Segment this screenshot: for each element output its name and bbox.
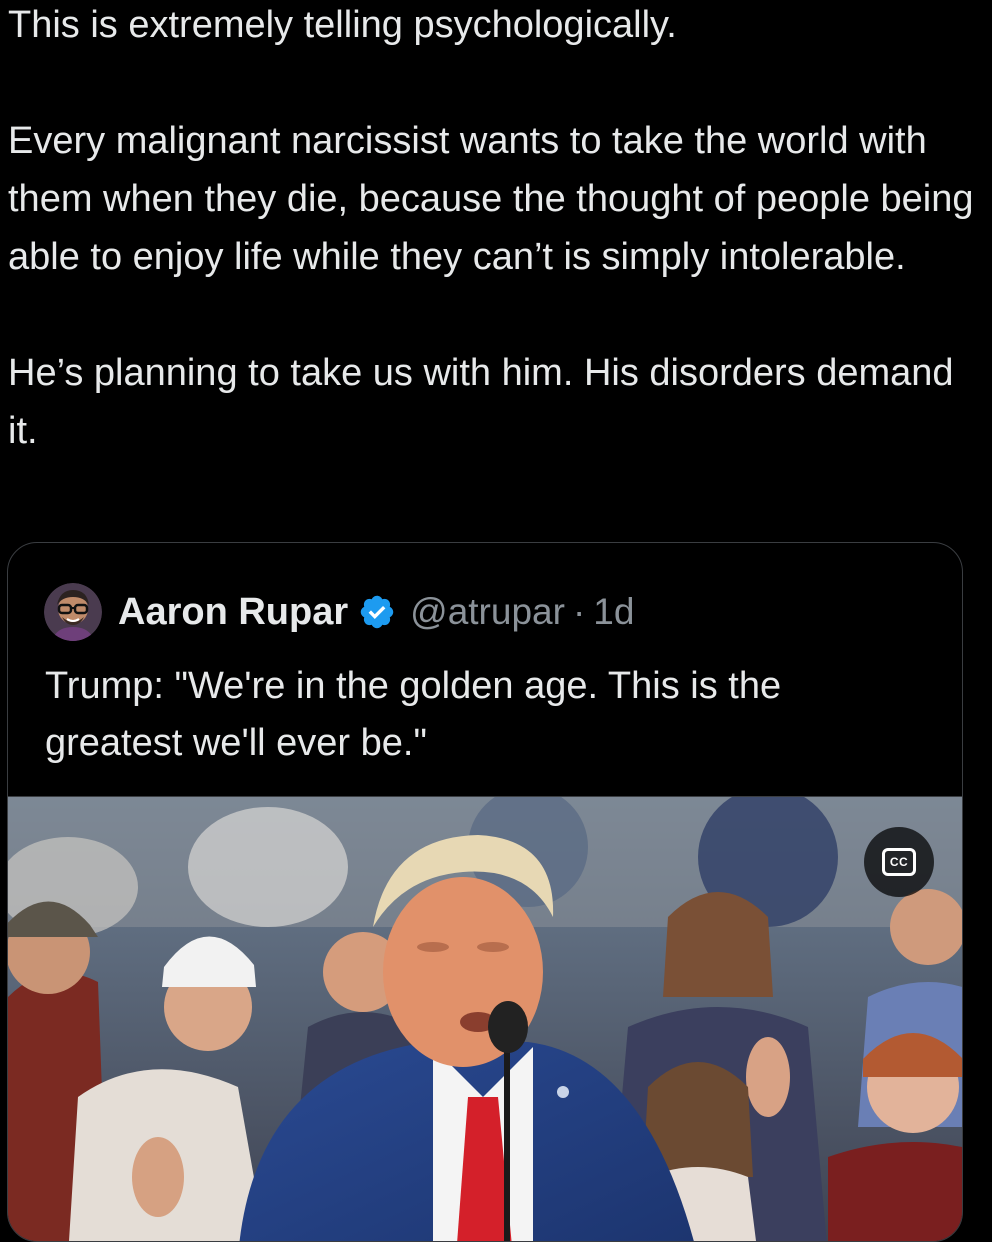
video-media[interactable]: CC <box>8 796 962 1241</box>
tweet-paragraph-1: This is extremely telling psychologicall… <box>8 4 677 46</box>
quoted-post-card[interactable]: Aaron Rupar @atrupar · 1d Trump: "We're … <box>7 542 963 1242</box>
post-age[interactable]: 1d <box>593 591 634 633</box>
closed-captions-button[interactable]: CC <box>864 827 934 897</box>
video-frame <box>8 797 962 1241</box>
verified-badge-icon <box>360 595 394 629</box>
tweet-paragraph-3: He’s planning to take us with him. His d… <box>8 352 954 452</box>
tweet-paragraph-2: Every malignant narcissist wants to take… <box>8 120 974 278</box>
author-name[interactable]: Aaron Rupar <box>118 591 348 634</box>
author-handle[interactable]: @atrupar <box>410 591 565 633</box>
closed-captions-icon: CC <box>882 848 916 876</box>
meta-separator: · <box>572 591 586 632</box>
author-avatar[interactable] <box>44 583 102 641</box>
quoted-post-header: Aaron Rupar @atrupar · 1d <box>44 579 634 645</box>
tweet-text: This is extremely telling psychologicall… <box>8 0 978 460</box>
quoted-post-text: Trump: "We're in the golden age. This is… <box>45 665 782 764</box>
